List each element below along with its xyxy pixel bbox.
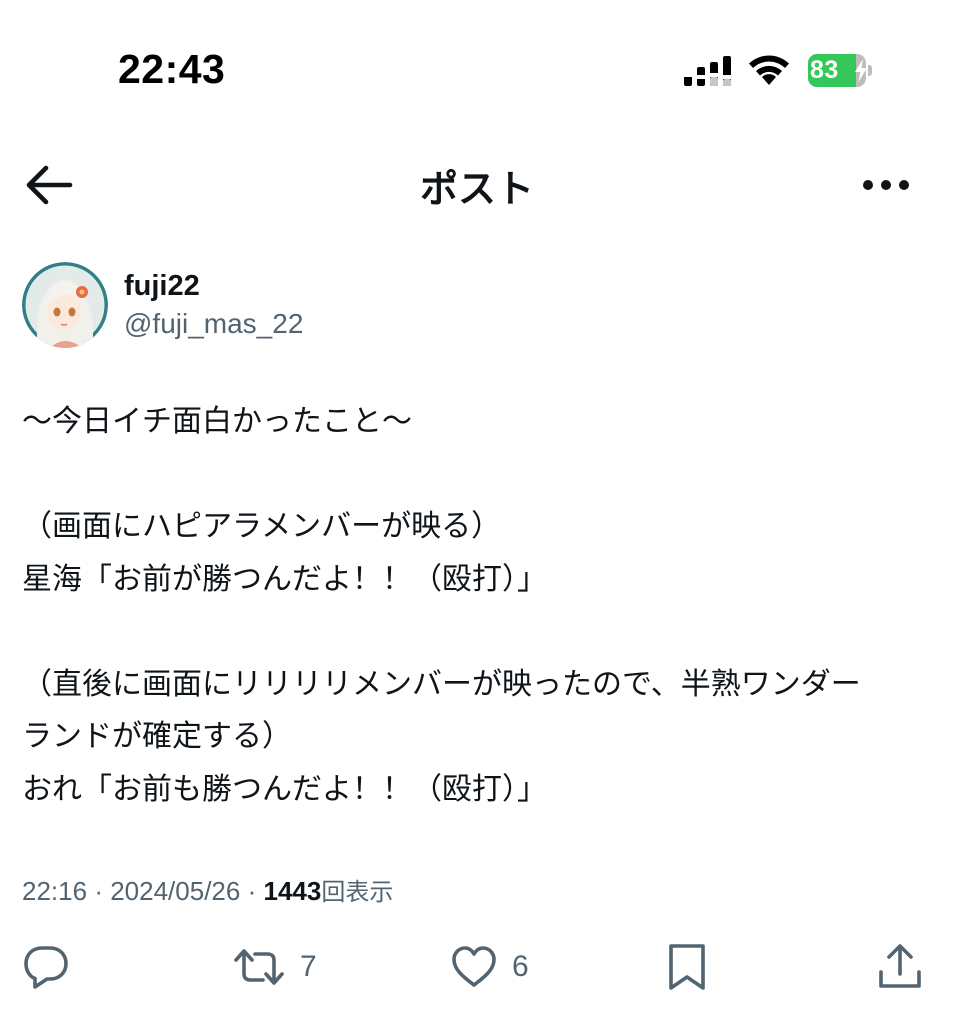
author-handle[interactable]: @fuji_mas_22 (124, 308, 303, 340)
nav-bar: ポスト (0, 140, 954, 230)
post-line: 〜今日イチ面白かったこと〜 (22, 404, 412, 439)
avatar-image (22, 262, 108, 348)
post-date[interactable]: 2024/05/26 (110, 876, 240, 906)
post-text: 〜今日イチ面白かったこと〜 （画面にハピアラメンバーが映る） 星海「お前が勝つん… (22, 396, 932, 816)
avatar[interactable] (22, 262, 108, 348)
bookmark-icon (669, 944, 705, 990)
charging-bolt-icon (855, 59, 867, 82)
page-title: ポスト (419, 167, 534, 211)
battery-indicator: 83 (808, 54, 874, 87)
post-author: fuji22 @fuji_mas_22 (22, 262, 722, 352)
bookmark-button[interactable] (666, 942, 708, 992)
status-time: 22:43 (118, 46, 226, 92)
more-horizontal-icon (863, 180, 909, 190)
meta-separator: · (247, 876, 257, 906)
wifi-icon (749, 55, 789, 85)
post-line: おれ「お前も勝つんだよ！！（殴打）」 (22, 771, 547, 807)
like-button[interactable]: 6 (450, 942, 529, 992)
reply-button[interactable] (22, 942, 70, 992)
author-display-name[interactable]: fuji22 (124, 270, 200, 303)
post-line (22, 606, 932, 659)
share-button[interactable] (876, 942, 924, 992)
post-line: 星海「お前が勝つんだよ！！（殴打）」 (22, 561, 547, 597)
post-meta: 22:16 · 2024/05/26 · 1443回表示 (22, 872, 393, 907)
action-bar: 7 6 (0, 930, 954, 1010)
battery-level: 83 (810, 56, 839, 84)
post-line (22, 449, 932, 502)
views-count[interactable]: 1443 (264, 876, 322, 906)
post-time[interactable]: 22:16 (22, 876, 87, 906)
repost-button[interactable]: 7 (232, 942, 317, 992)
heart-icon (452, 946, 496, 987)
post-line: （直後に画面にリリリリメンバーが映ったので、半熟ワンダー (22, 666, 861, 702)
more-options-button[interactable] (858, 170, 914, 200)
repost-icon (234, 949, 284, 985)
share-icon (879, 944, 921, 988)
reply-bubble-icon (24, 946, 68, 989)
meta-separator: · (94, 876, 103, 906)
battery-cap (868, 65, 872, 76)
post-line: ランドが確定する） (22, 719, 292, 754)
cellular-signal-icon (684, 56, 731, 86)
status-bar: 22:43 83 (0, 0, 954, 130)
repost-count: 7 (300, 950, 317, 983)
like-count: 6 (512, 950, 529, 983)
post-line: （画面にハピアラメンバーが映る） (22, 509, 502, 544)
views-label: 回表示 (321, 878, 394, 906)
